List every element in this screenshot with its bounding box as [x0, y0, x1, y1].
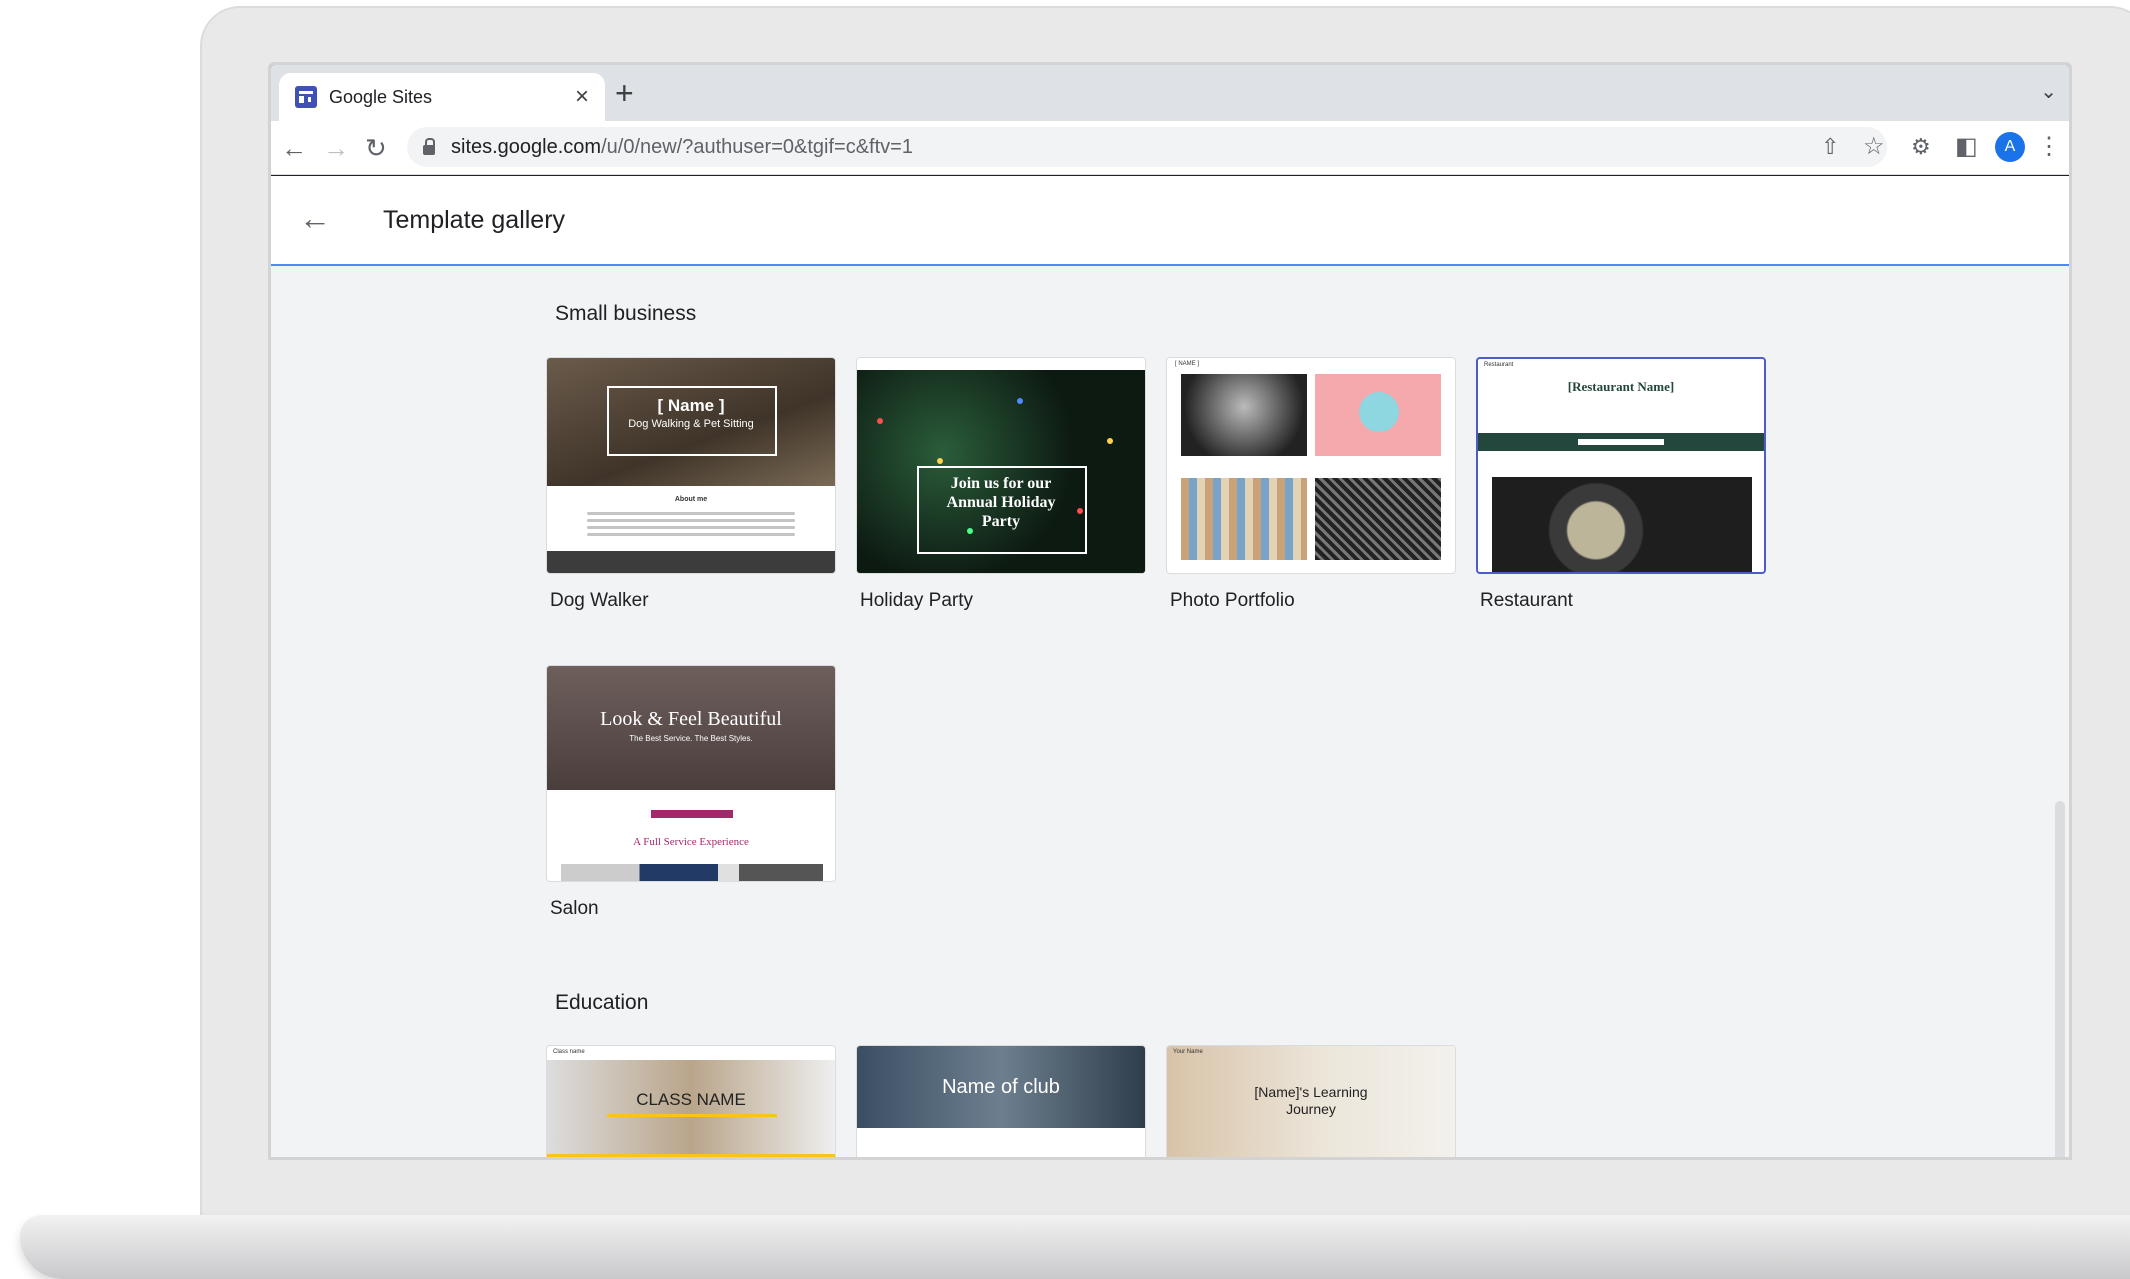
template-label: Salon	[550, 898, 599, 919]
address-bar[interactable]: sites.google.com/u/0/new/?authuser=0&tgi…	[407, 127, 1887, 167]
google-sites-icon	[295, 86, 317, 108]
section-title-education: Education	[555, 991, 649, 1014]
thumb-heading: Join us for our Annual Holiday Party	[946, 475, 1056, 530]
thumb-heading: CLASS NAME	[636, 1090, 746, 1109]
template-label: Dog Walker	[550, 590, 649, 611]
url-domain: sites.google.com	[451, 135, 602, 158]
thumb-heading: Name of club	[942, 1076, 1060, 1098]
template-thumbnail[interactable]: Look & Feel Beautiful The Best Service. …	[546, 665, 836, 882]
browser-window: Google Sites × + ⌄ ← → ↻ sites.google.co…	[268, 62, 2072, 1160]
template-label: Restaurant	[1480, 590, 1573, 611]
tab-google-sites[interactable]: Google Sites ×	[279, 73, 605, 121]
template-card-salon[interactable]: Look & Feel Beautiful The Best Service. …	[546, 665, 836, 920]
building-photo	[1181, 478, 1307, 560]
extensions-icon[interactable]: ⚙	[1911, 133, 1931, 161]
thumb-heading: [Restaurant Name]	[1567, 379, 1675, 394]
page-header: ← Template gallery	[271, 176, 2069, 266]
thumb-heading: Look & Feel Beautiful	[600, 708, 782, 730]
tab-title: Google Sites	[329, 86, 433, 107]
back-icon[interactable]: ←	[281, 133, 307, 163]
profile-avatar[interactable]: A	[1995, 132, 2025, 162]
back-arrow-icon[interactable]: ←	[299, 200, 331, 237]
template-thumbnail[interactable]: Restaurant [Restaurant Name]	[1476, 357, 1766, 574]
lock-icon[interactable]	[423, 138, 435, 155]
page-title: Template gallery	[383, 206, 566, 234]
thumb-heading: [Name]'s Learning Journey	[1254, 1084, 1368, 1117]
side-panel-icon[interactable]: ◧	[1955, 133, 1978, 161]
thumb-footer	[547, 551, 835, 573]
template-label: Holiday Party	[860, 590, 973, 611]
more-menu-icon[interactable]: ⋮	[2037, 133, 2061, 161]
thumb-brand: Restaurant	[1484, 362, 1514, 368]
browser-toolbar: ← → ↻ sites.google.com/u/0/new/?authuser…	[271, 121, 2069, 175]
tab-strip: Google Sites × + ⌄	[271, 65, 2069, 121]
template-card-holiday-party[interactable]: Join us for our Annual Holiday Party Hol…	[856, 357, 1146, 612]
thumb-subheading: Dog Walking & Pet Sitting	[628, 418, 754, 430]
template-card-dog-walker[interactable]: [ Name ] Dog Walking & Pet Sitting About…	[546, 357, 836, 612]
template-card-club[interactable]: Name of club	[856, 1045, 1146, 1157]
template-thumbnail[interactable]: [ Name ] Dog Walking & Pet Sitting About…	[546, 357, 836, 574]
template-card-photo-portfolio[interactable]: [ NAME ] Photo Portfolio	[1166, 357, 1456, 612]
page-content: ← Template gallery Small business [ Name…	[271, 176, 2069, 1157]
thumb-heading: [ Name ]	[657, 396, 725, 415]
template-thumbnail[interactable]: Class name CLASS NAME	[546, 1045, 836, 1157]
thumb-cta	[651, 810, 733, 818]
thumb-band	[1478, 433, 1764, 451]
template-thumbnail[interactable]: Join us for our Annual Holiday Party	[856, 357, 1146, 574]
light-dots	[877, 418, 883, 424]
thumb-band	[547, 1154, 835, 1157]
pink-photo	[1315, 374, 1441, 456]
thumb-brand: Class name	[553, 1049, 585, 1055]
thumb-brand: Your Name	[1173, 1049, 1203, 1055]
template-card-class[interactable]: Class name CLASS NAME	[546, 1045, 836, 1157]
template-thumbnail[interactable]: Your Name [Name]'s Learning Journey	[1166, 1045, 1456, 1157]
share-icon[interactable]: ⇧	[1821, 133, 1839, 161]
dish-photo	[1492, 477, 1752, 572]
template-thumbnail[interactable]: [ NAME ]	[1166, 357, 1456, 574]
url-path: /u/0/new/?authuser=0&tgif=c&ftv=1	[601, 135, 913, 158]
template-card-restaurant[interactable]: Restaurant [Restaurant Name] Restaurant	[1476, 357, 1766, 612]
thumb-gallery	[561, 864, 823, 881]
new-tab-icon[interactable]: +	[615, 75, 634, 111]
template-thumbnail[interactable]: Name of club	[856, 1045, 1146, 1157]
forward-icon[interactable]: →	[323, 133, 349, 163]
thumb-text-lines	[587, 508, 795, 540]
scrollbar[interactable]	[2055, 801, 2065, 1157]
thumb-nav	[857, 358, 1145, 370]
thumb-about-heading: About me	[674, 496, 708, 503]
laptop-base	[20, 1215, 2130, 1279]
close-tab-icon[interactable]: ×	[575, 83, 589, 111]
thumb-body: A Full Service Experience	[633, 836, 749, 848]
template-card-learning-journey[interactable]: Your Name [Name]'s Learning Journey	[1166, 1045, 1456, 1157]
section-title-small-business: Small business	[555, 302, 697, 325]
thumb-heading: [ NAME ]	[1175, 361, 1200, 367]
parking-photo	[1315, 478, 1441, 560]
template-label: Photo Portfolio	[1170, 590, 1295, 611]
tab-search-chevron-icon[interactable]: ⌄	[2040, 79, 2057, 104]
bookmark-star-icon[interactable]: ☆	[1863, 133, 1885, 161]
portrait-photo	[1181, 374, 1307, 456]
reload-icon[interactable]: ↻	[365, 133, 387, 163]
thumb-subheading: The Best Service. The Best Styles.	[629, 734, 753, 743]
